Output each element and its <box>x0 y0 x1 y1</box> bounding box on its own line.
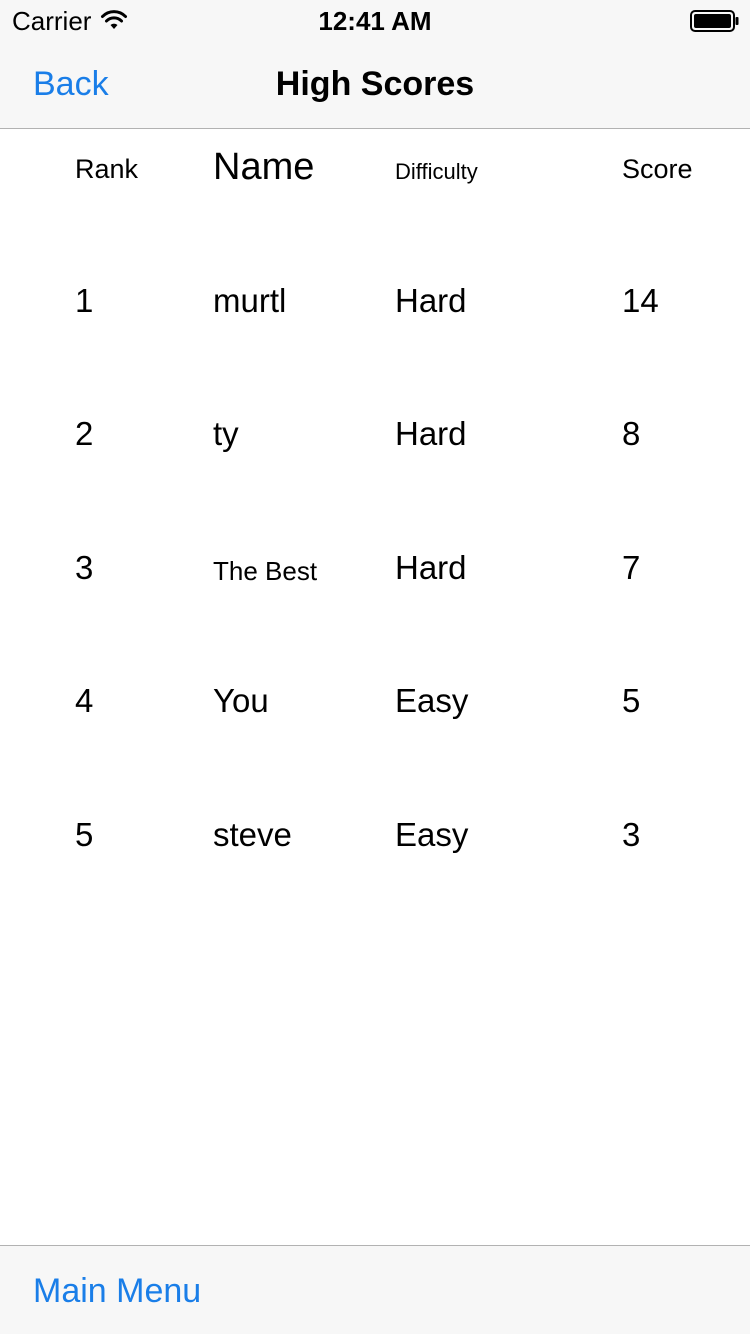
rank-cell: 4 <box>75 682 94 719</box>
name-cell: You <box>213 682 269 719</box>
difficulty-cell: Hard <box>395 282 467 319</box>
header-rank: Rank <box>75 154 139 184</box>
navigation-bar: Back High Scores <box>0 40 750 129</box>
difficulty-cell: Hard <box>395 549 467 586</box>
status-bar: Carrier 12:41 AM <box>0 0 750 40</box>
rank-cell: 1 <box>75 282 94 319</box>
name-cell: ty <box>213 415 239 452</box>
score-cell: 8 <box>622 415 641 452</box>
score-cell: 7 <box>622 549 641 586</box>
high-scores-screen: Carrier 12:41 AM Back High Scores Rank N… <box>0 0 750 1334</box>
difficulty-cell: Hard <box>395 415 467 452</box>
name-cell: murtl <box>213 282 287 319</box>
rank-cell: 5 <box>75 816 94 853</box>
score-cell: 5 <box>622 682 641 719</box>
difficulty-cell: Easy <box>395 682 469 719</box>
rank-cell: 3 <box>75 549 94 586</box>
difficulty-cell: Easy <box>395 816 469 853</box>
main-menu-button[interactable]: Main Menu <box>33 1271 201 1311</box>
status-time: 12:41 AM <box>318 6 432 36</box>
header-difficulty: Difficulty <box>395 159 478 184</box>
score-cell: 3 <box>622 816 641 853</box>
page-title: High Scores <box>275 65 475 103</box>
rank-cell: 2 <box>75 415 94 452</box>
bottom-toolbar: Main Menu <box>0 1245 750 1334</box>
score-cell: 14 <box>622 282 659 319</box>
name-cell: steve <box>213 816 292 853</box>
name-cell: The Best <box>213 556 318 586</box>
header-score: Score <box>622 154 693 184</box>
header-name: Name <box>213 146 315 188</box>
battery-icon <box>690 10 739 32</box>
